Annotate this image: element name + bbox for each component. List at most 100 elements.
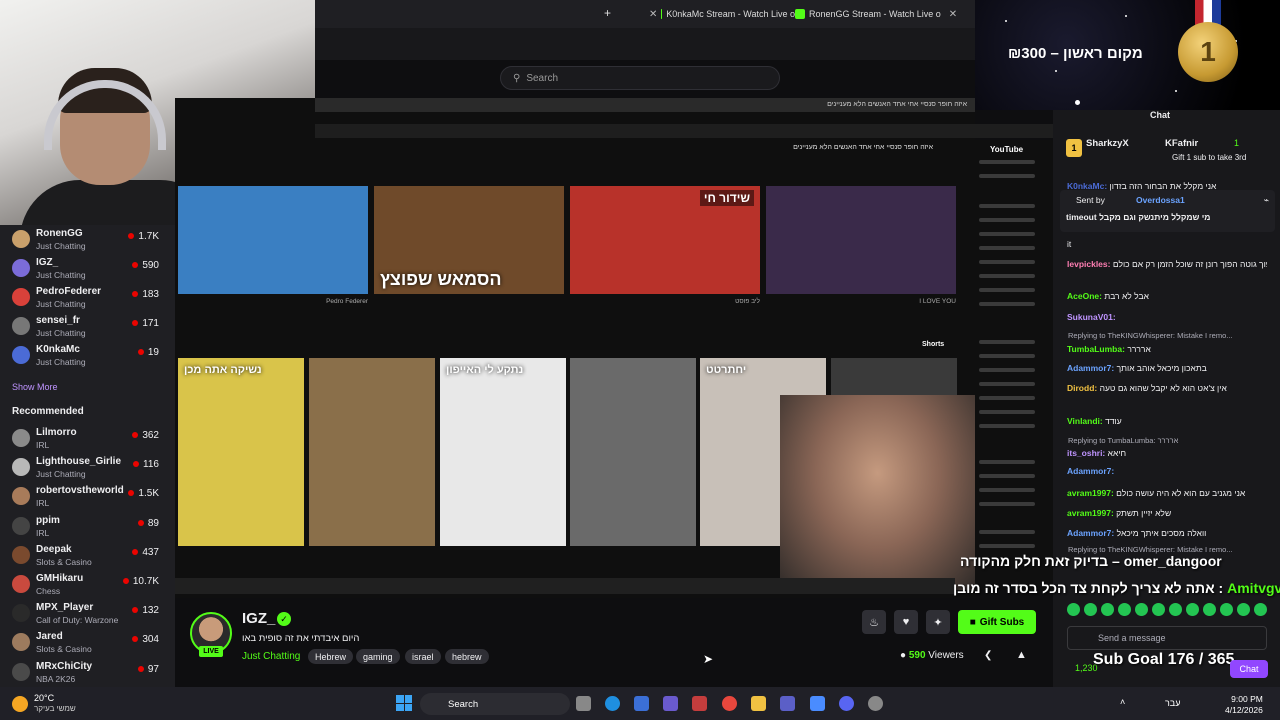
discord-icon[interactable]: [839, 696, 854, 711]
sparkle-icon[interactable]: ✦: [926, 610, 950, 634]
chat-username[interactable]: avram1997:: [1067, 488, 1114, 498]
chat-message: K0nkaMc: אני מקלל את הבחור הזה בזדון: [1067, 180, 1267, 192]
bell-icon[interactable]: ♨: [862, 610, 886, 634]
teams-icon[interactable]: [780, 696, 795, 711]
chat-username[interactable]: Adammor7:: [1067, 466, 1114, 476]
tag[interactable]: israel: [405, 649, 441, 664]
chat-username[interactable]: SukunaV01:: [1067, 312, 1116, 322]
sidebar-channel[interactable]: IGZ_ Just Chatting 590: [0, 255, 175, 284]
chat-text: הפוך גוטה הפוך רונן זה שוכל הזמן רק אם כ…: [1112, 259, 1267, 269]
sidebar-channel[interactable]: K0nkaMc Just Chatting 19: [0, 342, 175, 371]
tag[interactable]: hebrew: [445, 649, 489, 664]
thumbnail-meta: Pedro Federer: [326, 298, 368, 305]
chat-input[interactable]: Send a message: [1067, 626, 1267, 650]
show-more-link[interactable]: Show More: [12, 382, 58, 392]
report-icon[interactable]: ▲: [1016, 649, 1027, 661]
taskbar-clock[interactable]: 9:00 PM 4/12/2026: [1225, 694, 1263, 716]
chat-username[interactable]: AceOne:: [1067, 291, 1102, 301]
viewer-count: ● 590 Viewers: [900, 650, 964, 661]
app-icon[interactable]: [692, 696, 707, 711]
copilot-icon[interactable]: [663, 696, 678, 711]
heart-icon[interactable]: ♥: [894, 610, 918, 634]
chat-text: וואלה מסכים איתך מיכאל: [1116, 528, 1207, 538]
chat-text: חיאא: [1107, 448, 1127, 458]
chat-message: AceOne: אבל לא רבת: [1067, 290, 1267, 302]
chat-text: בתאכון מיכאל אוהב אותך: [1116, 363, 1207, 373]
sidebar-channel[interactable]: Jared Slots & Casino 304: [0, 629, 175, 658]
sidebar-channel[interactable]: RonenGG Just Chatting 1.7K: [0, 226, 175, 255]
browser-tab[interactable]: RonenGG Stream - Watch Live o ✕: [795, 4, 975, 24]
chat-message: Adammor7: וואלה מסכים איתך מיכאל: [1067, 527, 1267, 539]
chat-send-button[interactable]: Chat: [1230, 660, 1268, 678]
sidebar-channel[interactable]: MPX_Player Call of Duty: Warzone 132: [0, 600, 175, 629]
pinned-user[interactable]: Overdossa1: [1136, 195, 1185, 205]
chat-username[interactable]: avram1997:: [1067, 508, 1114, 518]
unpin-icon[interactable]: ⌁: [1264, 195, 1269, 206]
sidebar-channel[interactable]: Lilmorro IRL 362: [0, 425, 175, 454]
chat-username[interactable]: Adammor7:: [1067, 363, 1114, 373]
close-tab-icon[interactable]: ✕: [649, 9, 657, 20]
short-thumbnail[interactable]: [309, 358, 435, 546]
sidebar-channel[interactable]: MRxChiCity NBA 2K26 97: [0, 659, 175, 688]
gift-subs-button[interactable]: ■ Gift Subs: [958, 610, 1036, 634]
sidebar-channel[interactable]: Lighthouse_Girlie Just Chatting 116: [0, 454, 175, 483]
leader-name[interactable]: SharkzyX: [1086, 138, 1129, 149]
windows-start-icon[interactable]: [396, 695, 412, 711]
video-thumbnail[interactable]: הסמאש שפוצץ: [374, 186, 564, 294]
thumbnail-meta: I LOVE YOU: [919, 298, 956, 305]
channel-name: sensei_fr: [36, 315, 80, 326]
sidebar-channel[interactable]: sensei_fr Just Chatting 171: [0, 313, 175, 342]
address-bar[interactable]: [315, 28, 975, 60]
temperature: 20°C: [34, 693, 55, 703]
short-thumbnail[interactable]: נשיקה אתה מכן: [178, 358, 304, 546]
streamer-name[interactable]: IGZ_: [242, 610, 275, 627]
store-icon[interactable]: [634, 696, 649, 711]
emote-bar[interactable]: [1067, 603, 1267, 619]
system-tray[interactable]: ˄: [1120, 697, 1125, 707]
tag[interactable]: gaming: [356, 649, 400, 664]
task-view-icon[interactable]: [576, 696, 591, 711]
close-tab-icon[interactable]: ✕: [949, 9, 957, 20]
edge-icon[interactable]: [605, 696, 620, 711]
chat-alert: בדיוק זאת חלק מהקודה – omer_dangoor: [960, 553, 1222, 569]
video-thumbnail[interactable]: [766, 186, 956, 294]
sidebar-channel[interactable]: robertovstheworld IRL 1.5K: [0, 483, 175, 512]
category-link[interactable]: Just Chatting: [242, 651, 300, 662]
chrome-icon[interactable]: [722, 696, 737, 711]
taskbar-search[interactable]: Search: [420, 693, 570, 715]
channel-viewers: 437: [132, 547, 159, 558]
video-thumbnail[interactable]: [178, 186, 368, 294]
share-icon[interactable]: ❮: [984, 650, 992, 661]
app-icon[interactable]: [810, 696, 825, 711]
sidebar-channel[interactable]: ppim IRL 89: [0, 513, 175, 542]
clock-date: 4/12/2026: [1225, 705, 1263, 715]
chat-username[interactable]: its_oshri:: [1067, 448, 1105, 458]
sidebar-channel[interactable]: GMHikaru Chess 10.7K: [0, 571, 175, 600]
channel-category: NBA 2K26: [36, 673, 76, 684]
chat-message: TumbaLumba: ארררר: [1067, 343, 1267, 355]
leader-name[interactable]: KFafnir: [1165, 138, 1198, 149]
browser-tab[interactable]: ✕ K0nkaMc Stream - Watch Live o: [645, 4, 795, 24]
chat-username[interactable]: Dirodd:: [1067, 383, 1097, 393]
short-thumbnail[interactable]: [570, 358, 696, 546]
video-thumbnail[interactable]: שידור חי: [570, 186, 760, 294]
chat-username[interactable]: Vinlandi:: [1067, 416, 1103, 426]
short-thumbnail[interactable]: נתקע לי האייפון: [440, 358, 566, 546]
chat-username[interactable]: TumbaLumba:: [1067, 344, 1125, 354]
chat-message: SukunaV01:: [1067, 311, 1267, 323]
language-indicator[interactable]: עבר: [1165, 698, 1180, 708]
video-browser-tabs: איזה חופר סנסיי אחי אחד האנשים הלא מעניי…: [315, 98, 975, 112]
chat-username[interactable]: Adammor7:: [1067, 528, 1114, 538]
chat-username[interactable]: K0nkaMc:: [1067, 181, 1107, 191]
chat-text: עודד: [1105, 416, 1122, 426]
sidebar-channel[interactable]: PedroFederer Just Chatting 183: [0, 284, 175, 313]
channel-viewers: 590: [132, 260, 159, 271]
chat-username[interactable]: levpickles:: [1067, 259, 1110, 269]
new-tab-button[interactable]: +: [604, 6, 611, 20]
tag[interactable]: Hebrew: [308, 649, 354, 664]
folder-icon[interactable]: [751, 696, 766, 711]
settings-icon[interactable]: [868, 696, 883, 711]
sidebar-channel[interactable]: Deepak Slots & Casino 437: [0, 542, 175, 571]
channel-name: Lighthouse_Girlie: [36, 456, 122, 468]
search-input[interactable]: ⚲ Search: [500, 66, 780, 90]
